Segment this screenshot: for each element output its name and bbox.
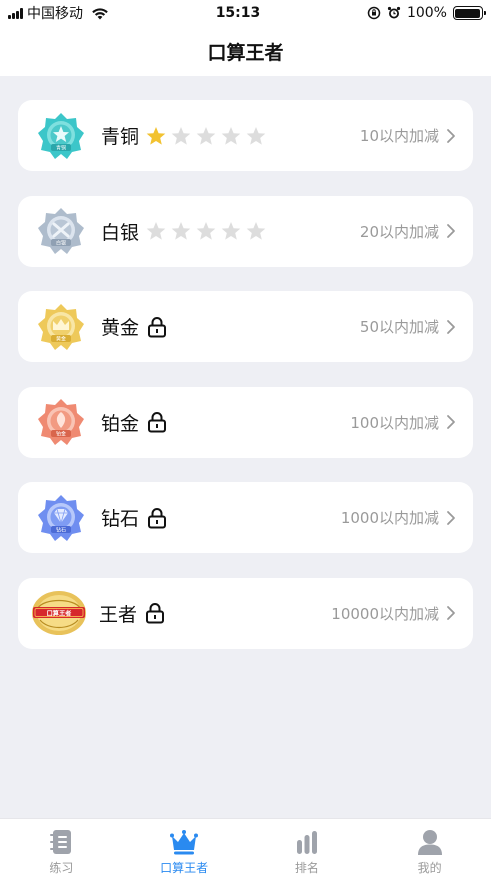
gold-badge-icon: 黄金 bbox=[36, 302, 86, 352]
platinum-badge-icon: 铂金 bbox=[36, 397, 86, 447]
level-card-gold[interactable]: 黄金 黄金 50以内加减 bbox=[18, 291, 473, 362]
tab-practice[interactable]: 练习 bbox=[0, 819, 123, 877]
silver-badge-icon: 白银 bbox=[36, 206, 86, 256]
tab-mine[interactable]: 我的 bbox=[368, 819, 491, 877]
bar-chart-icon bbox=[296, 831, 317, 854]
tab-label: 口算王者 bbox=[160, 861, 209, 875]
svg-text:钻石: 钻石 bbox=[56, 526, 66, 533]
level-card-platinum[interactable]: 铂金 铂金 100以内加减 bbox=[18, 386, 473, 458]
signal-icon bbox=[8, 7, 23, 19]
level-card-silver[interactable]: 白银 白银 20以内加减 bbox=[18, 195, 473, 267]
star-empty-icon bbox=[246, 126, 266, 145]
svg-text:青铜: 青铜 bbox=[56, 144, 66, 151]
status-left: 中国移动 bbox=[8, 3, 109, 23]
wifi-icon bbox=[92, 7, 108, 19]
person-icon bbox=[417, 830, 442, 855]
tab-ranking[interactable]: 排名 bbox=[246, 819, 369, 877]
level-range: 10以内加减 bbox=[359, 127, 439, 145]
star-empty-icon bbox=[221, 222, 241, 240]
level-name: 白银 bbox=[101, 221, 140, 244]
level-card-bronze[interactable]: 青铜 青铜 10以内加减 bbox=[18, 100, 473, 171]
lock-icon bbox=[146, 603, 165, 624]
star-rating bbox=[146, 126, 266, 146]
level-range: 20以内加减 bbox=[359, 222, 439, 241]
chevron-right-icon bbox=[447, 415, 455, 429]
level-card-diamond[interactable]: 钻石 钻石 1000以内加减 bbox=[18, 482, 473, 553]
star-empty-icon bbox=[221, 126, 241, 145]
star-empty-icon bbox=[171, 222, 191, 240]
svg-text:口算王者: 口算王者 bbox=[47, 610, 72, 618]
star-empty-icon bbox=[146, 222, 166, 240]
star-empty-icon bbox=[246, 222, 266, 240]
chevron-right-icon bbox=[447, 319, 455, 334]
level-range: 50以内加减 bbox=[359, 318, 439, 336]
level-list: 青铜 青铜 10以内加减 白银 白银 20以内加减 黄金 黄金 50以内加减 铂… bbox=[18, 100, 473, 673]
level-name: 黄金 bbox=[101, 317, 140, 339]
chevron-right-icon bbox=[447, 510, 455, 525]
diamond-badge-icon: 钻石 bbox=[36, 493, 86, 543]
tab-label: 排名 bbox=[294, 861, 319, 875]
status-right: 100% bbox=[367, 5, 486, 21]
tab-label: 我的 bbox=[417, 861, 442, 875]
battery-percent: 100% bbox=[406, 5, 447, 21]
chevron-right-icon bbox=[447, 224, 455, 238]
level-name: 钻石 bbox=[101, 508, 140, 530]
tab-label: 练习 bbox=[49, 861, 74, 875]
level-name: 青铜 bbox=[101, 126, 140, 148]
level-name: 铂金 bbox=[101, 412, 140, 435]
orientation-lock-icon bbox=[367, 6, 381, 20]
svg-text:白银: 白银 bbox=[56, 240, 66, 247]
carrier-label: 中国移动 bbox=[27, 6, 83, 22]
alarm-icon bbox=[387, 6, 401, 19]
star-empty-icon bbox=[196, 126, 216, 145]
chevron-right-icon bbox=[447, 128, 455, 143]
level-card-king[interactable]: 口算王者 王者 10000以内加减 bbox=[18, 577, 473, 649]
battery-icon bbox=[452, 6, 486, 20]
page-title: 口算王者 bbox=[207, 41, 284, 64]
star-rating bbox=[146, 221, 266, 241]
book-icon bbox=[50, 830, 72, 854]
status-bar: 中国移动 15:13 100% bbox=[0, 0, 491, 26]
level-range: 100以内加减 bbox=[350, 413, 439, 432]
level-name: 王者 bbox=[99, 603, 138, 626]
star-empty-icon bbox=[196, 222, 216, 240]
level-range: 10000以内加减 bbox=[331, 604, 439, 623]
clock: 15:13 bbox=[215, 5, 261, 21]
svg-text:黄金: 黄金 bbox=[56, 335, 66, 342]
bronze-badge-icon: 青铜 bbox=[36, 111, 86, 161]
star-filled-icon bbox=[146, 126, 166, 145]
crown-icon bbox=[170, 830, 199, 855]
tab-bar: 练习 口算王者 排名 我的 bbox=[0, 818, 491, 877]
star-empty-icon bbox=[171, 126, 191, 145]
lock-icon bbox=[148, 507, 167, 528]
lock-icon bbox=[148, 316, 167, 337]
chevron-right-icon bbox=[447, 606, 455, 620]
level-range: 1000以内加减 bbox=[340, 509, 439, 527]
king-badge-icon: 口算王者 bbox=[30, 588, 88, 638]
nav-bar: 口算王者 bbox=[0, 26, 491, 76]
tab-king[interactable]: 口算王者 bbox=[123, 819, 246, 877]
svg-text:铂金: 铂金 bbox=[56, 431, 66, 438]
lock-icon bbox=[148, 412, 167, 433]
